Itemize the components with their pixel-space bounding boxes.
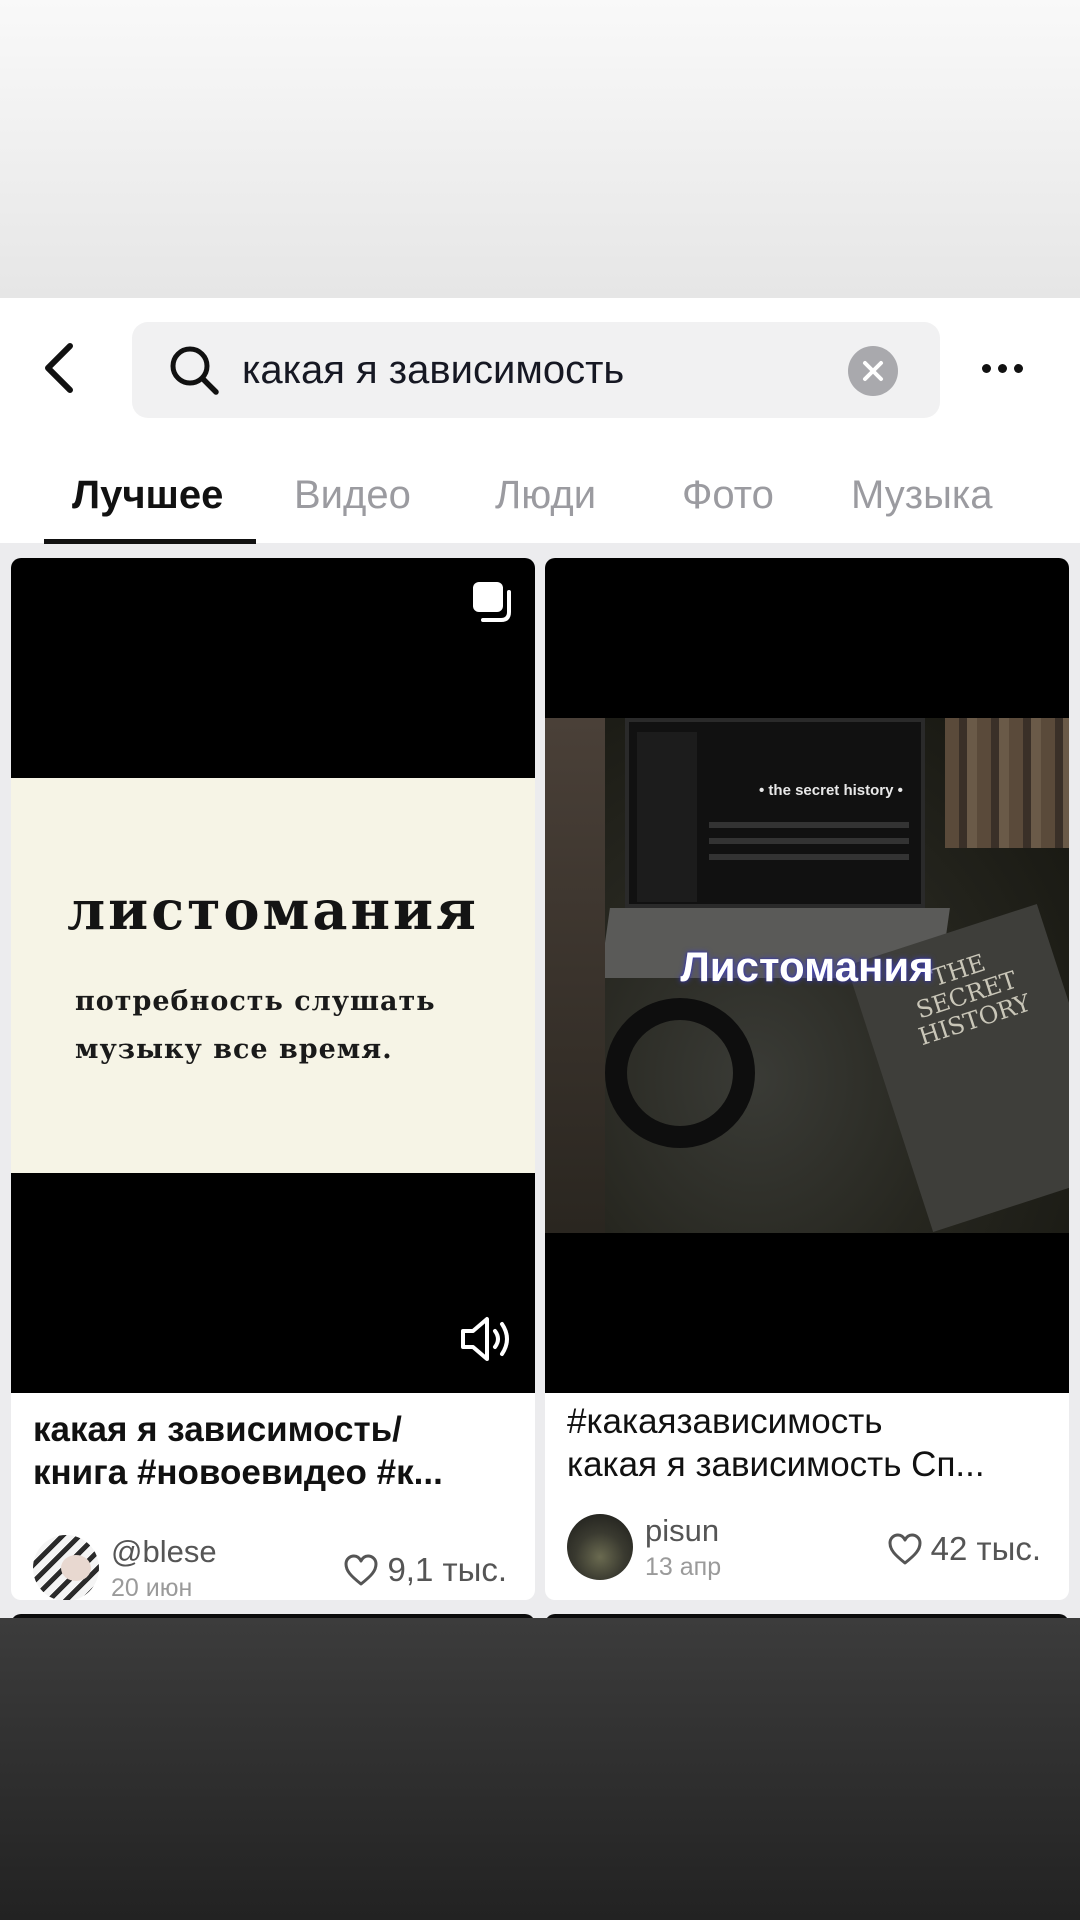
thumbnail-photo: • the secret history • THE SECRET HISTOR… (545, 718, 1069, 1233)
video-thumbnail[interactable]: • the secret history • THE SECRET HISTOR… (545, 558, 1069, 1393)
chevron-left-icon (45, 343, 73, 393)
result-tabs: Лучшее Видео Люди Фото Музыка (0, 448, 1080, 543)
video-title[interactable]: какая я зависимость/ книга #новоевидео #… (33, 1408, 513, 1494)
heart-icon (344, 1554, 378, 1586)
search-query: какая я зависимость (242, 348, 625, 392)
post-date: 20 июн (111, 1574, 193, 1600)
thumbnail-caption: Листомания (680, 943, 934, 990)
search-input[interactable]: какая я зависимость (132, 322, 940, 418)
sound-icon[interactable] (459, 1314, 515, 1364)
thumbnail-definition: потребность слушать музыку все время. (75, 978, 495, 1074)
tab-music[interactable]: Музыка (851, 448, 992, 543)
heart-icon (888, 1533, 922, 1565)
avatar[interactable] (33, 1535, 99, 1600)
tab-people[interactable]: Люди (495, 448, 596, 543)
close-icon (863, 361, 883, 381)
result-card[interactable]: • the secret history • THE SECRET HISTOR… (545, 558, 1069, 1600)
like-count[interactable]: 42 тыс. (887, 1530, 1041, 1568)
more-dot-icon (1013, 363, 1023, 373)
like-count-value: 42 тыс. (930, 1530, 1041, 1567)
result-card[interactable]: листомания потребность слушать музыку вс… (11, 558, 535, 1600)
video-title[interactable]: #какаязависимость какая я зависимость Сп… (567, 1400, 1047, 1486)
search-icon (170, 346, 219, 395)
avatar-face (61, 1555, 91, 1581)
like-count[interactable]: 9,1 тыс. (343, 1551, 507, 1589)
clear-search-button[interactable] (848, 346, 898, 396)
more-dot-icon (997, 363, 1007, 373)
top-blurred-area (0, 0, 1080, 298)
tab-photos[interactable]: Фото (682, 448, 774, 543)
tab-videos[interactable]: Видео (294, 448, 411, 543)
thumbnail-definition-line: музыку все время. (75, 1034, 393, 1065)
video-title-line: #какаязависимость (567, 1402, 883, 1441)
photo-carousel-icon (473, 582, 511, 622)
more-options-button[interactable] (970, 338, 1034, 398)
thumbnail-headline: листомания (67, 878, 479, 942)
like-count-value: 9,1 тыс. (387, 1551, 507, 1588)
post-date: 13 апр (645, 1553, 722, 1581)
back-button[interactable] (30, 338, 90, 398)
video-thumbnail[interactable]: листомания потребность слушать музыку вс… (11, 558, 535, 1393)
bottom-blurred-area (0, 1618, 1080, 1920)
video-title-line: какая я зависимость/ (33, 1410, 402, 1449)
active-tab-indicator (44, 539, 256, 544)
more-dot-icon (981, 363, 991, 373)
laptop-screen: • the secret history • (625, 718, 925, 908)
video-title-line: какая я зависимость Сп... (567, 1445, 985, 1484)
headphones (605, 998, 755, 1148)
author-name[interactable]: @blese (111, 1534, 217, 1570)
author-name[interactable]: pisun (645, 1513, 719, 1549)
video-title-line: книга #новоевидео #к... (33, 1453, 443, 1492)
search-results-screen: какая я зависимость Лучшее Видео Люди Фо… (0, 298, 1080, 1618)
thumbnail-definition-line: потребность слушать (75, 986, 436, 1017)
tab-top[interactable]: Лучшее (72, 448, 223, 543)
search-header: какая я зависимость Лучшее Видео Люди Фо… (0, 298, 1080, 544)
laptop-screen-text: • the secret history • (759, 782, 903, 799)
bookshelf (945, 718, 1069, 848)
thumbnail-text-panel: листомания потребность слушать музыку вс… (11, 778, 535, 1173)
avatar[interactable] (567, 1514, 633, 1580)
